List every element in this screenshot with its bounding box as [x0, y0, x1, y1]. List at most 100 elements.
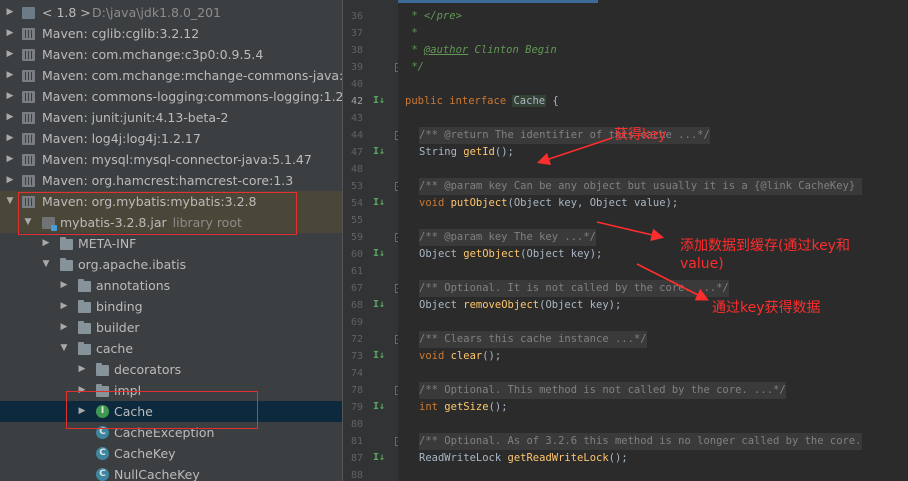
expand-arrow-icon[interactable]: ▶	[76, 359, 88, 380]
package-icon	[78, 342, 91, 355]
tree-row-subpackage-cache[interactable]: ▼ cache	[0, 338, 342, 359]
collapse-arrow-icon[interactable]: ▼	[4, 191, 16, 212]
tree-row-library[interactable]: ▶ Maven: com.mchange:c3p0:0.9.5.4	[0, 44, 342, 65]
folded-comment[interactable]: /** Clears this cache instance ...*/	[419, 331, 647, 348]
method-name: clear	[450, 350, 483, 362]
method-name: putObject	[450, 197, 508, 209]
line-number: 79	[350, 402, 363, 413]
code-line-interface: public interface Cache {	[405, 93, 559, 110]
line-number: 53	[350, 181, 363, 192]
line-number: 55	[350, 215, 363, 226]
line-number: 38	[350, 45, 363, 56]
package-label: binding	[96, 299, 143, 314]
library-label: Maven: org.hamcrest:hamcrest-core:1.3	[42, 173, 294, 188]
tree-row-jdk[interactable]: ▶ < 1.8 > D:\java\jdk1.8.0_201	[0, 2, 342, 23]
tree-row-subpackage[interactable]: ▶ builder	[0, 317, 342, 338]
implemented-marker-icon[interactable]: I↓	[373, 452, 385, 464]
code-line: * </pre>	[405, 10, 462, 22]
folded-comment[interactable]: /** Optional. This method is not called …	[419, 382, 786, 399]
keyword: public interface	[405, 95, 507, 107]
tree-row-subpackage[interactable]: ▶ binding	[0, 296, 342, 317]
folded-comment[interactable]: /** @param key The key ...*/	[419, 229, 597, 246]
tree-row-cache-key[interactable]: C CacheKey	[0, 443, 342, 464]
folded-comment[interactable]: /** Optional. As of 3.2.6 this method is…	[419, 433, 862, 450]
tree-row-library[interactable]: ▶ Maven: commons-logging:commons-logging…	[0, 86, 342, 107]
library-icon	[22, 70, 35, 82]
line-number: 80	[350, 419, 363, 430]
folder-label: META-INF	[78, 236, 137, 251]
implemented-marker-icon[interactable]: I↓	[373, 95, 385, 107]
package-icon	[60, 258, 73, 271]
project-tree: ▶ < 1.8 > D:\java\jdk1.8.0_201 ▶ Maven: …	[0, 0, 342, 481]
line-number: 42	[350, 96, 363, 107]
line-number: 61	[350, 266, 363, 277]
expand-arrow-icon[interactable]: ▶	[4, 44, 16, 65]
expand-arrow-icon[interactable]: ▶	[4, 86, 16, 107]
line-number: 74	[350, 368, 363, 379]
library-label: Maven: junit:junit:4.13-beta-2	[42, 110, 229, 125]
code-line-method: void clear();	[419, 350, 502, 362]
tree-row-library[interactable]: ▶ Maven: mysql:mysql-connector-java:5.1.…	[0, 149, 342, 170]
annotation-put-object-cont: value)	[680, 256, 724, 272]
folder-icon	[60, 237, 73, 250]
expand-arrow-icon[interactable]: ▶	[4, 149, 16, 170]
library-icon	[22, 49, 35, 61]
tree-row-meta-inf[interactable]: ▶ META-INF	[0, 233, 342, 254]
annotation-get-id: 获得key	[614, 127, 667, 143]
tree-row-package[interactable]: ▼ org.apache.ibatis	[0, 254, 342, 275]
line-number: 72	[350, 334, 363, 345]
library-icon	[22, 175, 35, 187]
expand-arrow-icon[interactable]: ▶	[4, 23, 16, 44]
line-number: 43	[350, 113, 363, 124]
expand-arrow-icon[interactable]: ▶	[58, 275, 70, 296]
implemented-marker-icon[interactable]: I↓	[373, 299, 385, 311]
implemented-marker-icon[interactable]: I↓	[373, 197, 385, 209]
implemented-marker-icon[interactable]: I↓	[373, 248, 385, 260]
line-number: 67	[350, 283, 363, 294]
library-icon	[22, 112, 35, 124]
library-icon	[22, 28, 35, 40]
collapse-arrow-icon[interactable]: ▼	[40, 254, 52, 275]
tree-row-library[interactable]: ▶ Maven: org.hamcrest:hamcrest-core:1.3	[0, 170, 342, 191]
method-name: getId	[463, 146, 495, 158]
expand-arrow-icon[interactable]: ▶	[40, 233, 52, 254]
line-number: 81	[350, 436, 363, 447]
code-line-method: Object getObject(Object key);	[419, 248, 603, 260]
expand-arrow-icon[interactable]: ▶	[58, 296, 70, 317]
tree-row-null-cache-key[interactable]: C NullCacheKey	[0, 464, 342, 481]
folded-comment[interactable]: /** @param key Can be any object but usu…	[419, 178, 862, 195]
package-label: decorators	[114, 362, 182, 377]
library-label: Maven: com.mchange:mchange-commons-java:…	[42, 68, 342, 83]
expand-arrow-icon[interactable]: ▶	[4, 170, 16, 191]
expand-arrow-icon[interactable]: ▶	[4, 128, 16, 149]
method-name: getSize	[444, 401, 489, 413]
tree-row-library[interactable]: ▶ Maven: cglib:cglib:3.2.12	[0, 23, 342, 44]
expand-arrow-icon[interactable]: ▶	[4, 65, 16, 86]
implemented-marker-icon[interactable]: I↓	[373, 350, 385, 362]
package-label: annotations	[96, 278, 171, 293]
expand-arrow-icon[interactable]: ▶	[4, 2, 16, 23]
tree-row-library[interactable]: ▶ Maven: junit:junit:4.13-beta-2	[0, 107, 342, 128]
jdk-path: D:\java\jdk1.8.0_201	[92, 5, 222, 20]
package-icon	[78, 321, 91, 334]
folded-comment[interactable]: /** Optional. It is not called by the co…	[419, 280, 729, 297]
tree-row-library[interactable]: ▶ Maven: log4j:log4j:1.2.17	[0, 128, 342, 149]
line-number: 60	[350, 249, 363, 260]
expand-arrow-icon[interactable]: ▶	[58, 317, 70, 338]
tree-row-library[interactable]: ▶ Maven: com.mchange:mchange-commons-jav…	[0, 65, 342, 86]
library-icon	[22, 154, 35, 166]
expand-arrow-icon[interactable]: ▶	[4, 107, 16, 128]
library-label: Maven: commons-logging:commons-logging:1…	[42, 89, 342, 104]
package-icon	[78, 279, 91, 292]
implemented-marker-icon[interactable]: I↓	[373, 401, 385, 413]
tree-row-subpackage[interactable]: ▶ annotations	[0, 275, 342, 296]
line-number: 68	[350, 300, 363, 311]
line-number: 48	[350, 164, 363, 175]
line-number: 87	[350, 453, 363, 464]
line-number: 73	[350, 351, 363, 362]
method-name: getReadWriteLock	[507, 452, 609, 464]
class-label: CacheKey	[114, 446, 176, 461]
implemented-marker-icon[interactable]: I↓	[373, 146, 385, 158]
collapse-arrow-icon[interactable]: ▼	[58, 338, 70, 359]
tree-row-decorators[interactable]: ▶ decorators	[0, 359, 342, 380]
